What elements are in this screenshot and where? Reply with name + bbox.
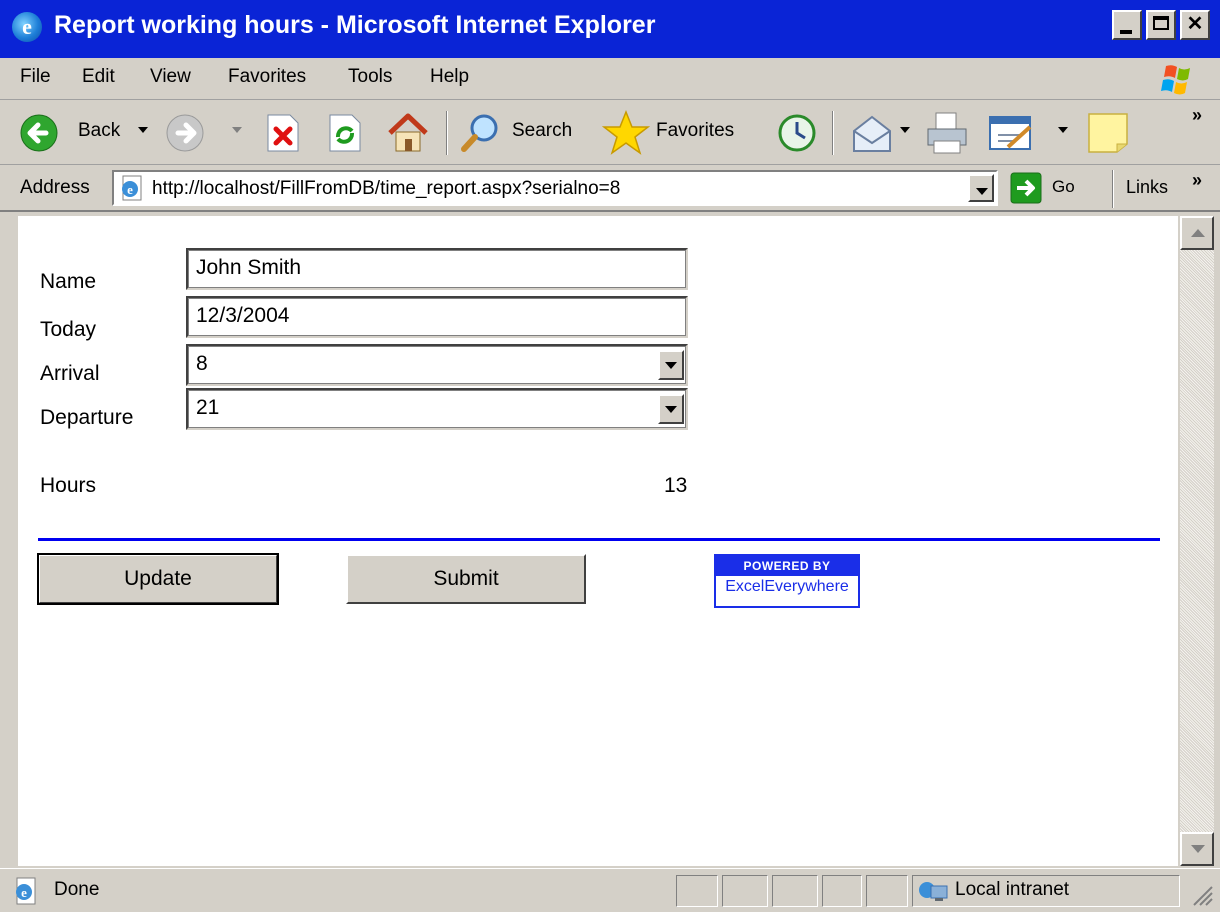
divider-rule [38,538,1160,541]
svg-text:e: e [21,885,27,900]
arrival-value: 8 [196,352,208,375]
status-pane [722,875,768,907]
address-dropdown-button[interactable] [968,174,994,202]
menu-help[interactable]: Help [430,66,469,88]
today-value: 12/3/2004 [196,304,290,327]
toolbar: Back Search Favorites » [0,101,1220,165]
resize-grip-icon[interactable] [1190,883,1214,907]
today-label: Today [40,318,97,341]
print-icon[interactable] [924,111,970,155]
toolbar-separator [446,111,448,155]
favorites-star-icon [602,109,650,155]
refresh-icon[interactable] [326,113,364,153]
search-button[interactable]: Search [456,111,588,155]
favorites-button[interactable]: Favorites [602,109,756,157]
note-icon[interactable] [1086,111,1130,155]
zone-text: Local intranet [955,879,1070,900]
links-button[interactable]: Links [1126,177,1168,198]
forward-dropdown-icon [232,127,242,133]
search-icon [461,114,498,152]
menu-favorites[interactable]: Favorites [228,66,306,88]
stop-icon[interactable] [264,113,302,153]
powered-by-badge[interactable]: POWERED BY ExcelEverywhere [714,554,860,608]
today-field[interactable]: 12/3/2004 [186,296,688,338]
history-icon[interactable] [776,113,818,153]
svg-text:e: e [127,182,133,197]
departure-value: 21 [196,396,220,419]
address-separator [1112,170,1114,208]
status-pane [676,875,718,907]
address-url: http://localhost/FillFromDB/time_report.… [152,178,621,199]
arrival-select[interactable]: 8 [186,344,688,386]
minimize-icon [1120,30,1132,34]
links-overflow-button[interactable]: » [1192,170,1202,191]
close-button[interactable]: ✕ [1180,10,1210,40]
go-arrow-icon [1010,172,1042,204]
menu-view[interactable]: View [150,66,191,88]
go-button[interactable]: Go [1010,170,1090,206]
departure-select[interactable]: 21 [186,388,688,430]
departure-dropdown-button[interactable] [658,394,684,424]
zone-pane: Local intranet [912,875,1180,907]
vertical-scrollbar[interactable] [1180,216,1214,866]
scroll-up-button[interactable] [1180,216,1214,250]
back-button[interactable]: Back [20,114,132,154]
go-label: Go [1052,177,1075,196]
ie-icon: e [12,12,42,42]
status-pane [772,875,818,907]
powered-by-text: POWERED BY [716,556,858,576]
page-icon: e [16,877,36,905]
submit-button[interactable]: Submit [346,554,586,604]
name-value: John Smith [196,256,302,279]
status-text: Done [54,879,100,900]
maximize-icon [1153,16,1169,30]
back-dropdown-icon[interactable] [138,127,148,133]
name-field[interactable]: John Smith [186,248,688,290]
intranet-icon [919,882,948,901]
address-bar: Address e http://localhost/FillFromDB/ti… [0,166,1220,212]
scroll-down-button[interactable] [1180,832,1214,866]
home-icon[interactable] [386,111,430,155]
toolbar-overflow-button[interactable]: » [1192,105,1202,126]
search-label: Search [512,120,573,141]
favorites-label: Favorites [656,120,735,141]
edit-icon[interactable] [988,115,1036,153]
windows-logo-icon [1161,65,1190,95]
menu-bar: File Edit View Favorites Tools Help [0,58,1220,100]
hours-value: 13 [664,474,688,497]
edit-dropdown-icon[interactable] [1058,127,1068,133]
window-title: Report working hours - Microsoft Interne… [54,11,656,39]
toolbar-separator [832,111,834,155]
menu-edit[interactable]: Edit [82,66,115,88]
status-bar: e Done Local intranet [0,868,1220,912]
forward-icon[interactable] [166,114,204,152]
arrival-label: Arrival [40,362,100,385]
address-input[interactable]: e http://localhost/FillFromDB/time_repor… [112,170,998,206]
menu-file[interactable]: File [20,66,51,88]
page-content: Name John Smith Today 12/3/2004 Arrival … [18,216,1178,866]
menu-tools[interactable]: Tools [348,66,392,88]
mail-icon[interactable] [850,115,894,153]
departure-label: Departure [40,406,134,429]
arrival-dropdown-button[interactable] [658,350,684,380]
status-pane [866,875,908,907]
address-label: Address [20,177,90,198]
hours-label: Hours [40,474,97,497]
maximize-button[interactable] [1146,10,1176,40]
page-icon: e [122,175,142,201]
mail-dropdown-icon[interactable] [900,127,910,133]
minimize-button[interactable] [1112,10,1142,40]
back-icon [20,114,58,152]
status-pane [822,875,862,907]
excel-everywhere-text: ExcelEverywhere [725,578,849,595]
back-label: Back [78,120,121,141]
update-button[interactable]: Update [37,553,279,605]
close-icon: ✕ [1186,13,1204,35]
title-bar: e Report working hours - Microsoft Inter… [0,0,1220,58]
name-label: Name [40,270,97,293]
